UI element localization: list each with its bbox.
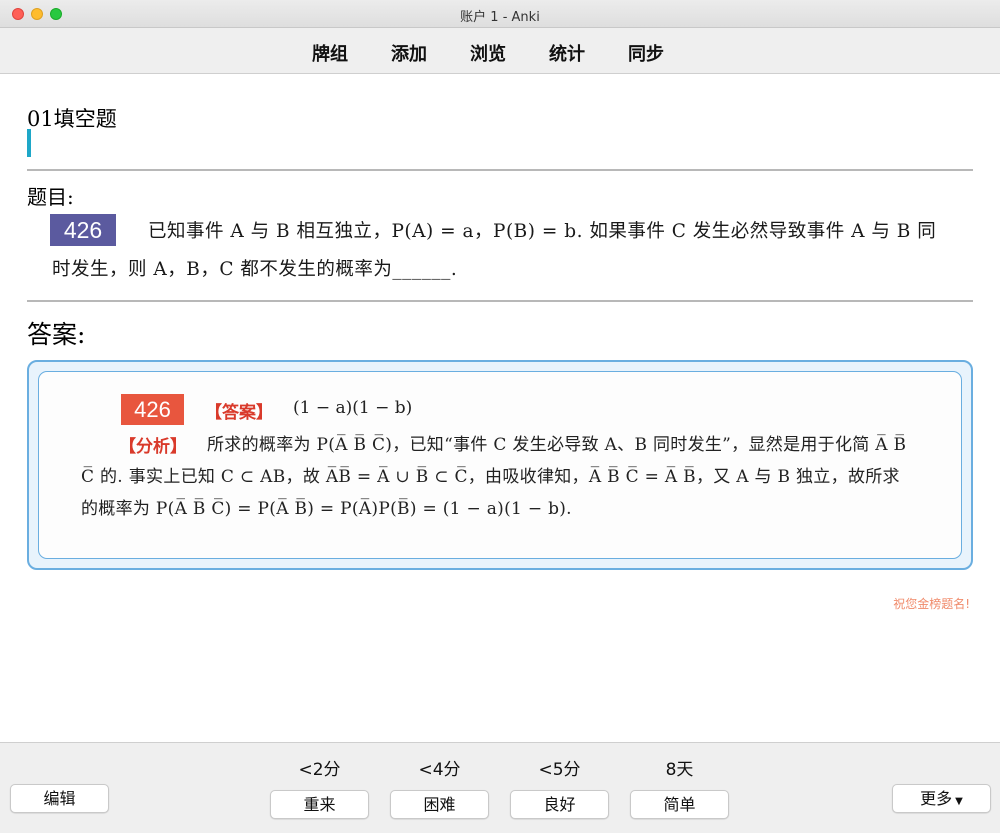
menu-decks[interactable]: 牌组 [312, 40, 391, 66]
answer-tag: 【答案】 [205, 403, 273, 423]
menu-stats[interactable]: 统计 [549, 40, 628, 66]
bottom-bar: 编辑 <2分 <4分 <5分 8天 重来 困难 良好 简单 更多 ▼ [0, 742, 1000, 833]
title-bar: 账户 1 - Anki [0, 0, 1000, 28]
again-button[interactable]: 重来 [270, 790, 369, 819]
answer-inner-box: 426 【答案】 (1 − a)(1 − b) 【分析】 所求的概率为 P(A̅… [38, 371, 962, 559]
window-title: 账户 1 - Anki [460, 10, 540, 25]
menu-sync[interactable]: 同步 [628, 40, 707, 66]
easy-button[interactable]: 简单 [630, 790, 729, 819]
edit-button[interactable]: 编辑 [10, 784, 109, 813]
again-interval: <2分 [298, 760, 341, 780]
hard-button[interactable]: 困难 [390, 790, 489, 819]
more-button-label: 更多 [920, 789, 953, 808]
deck-title: 01填空题 [27, 107, 117, 131]
hard-interval: <4分 [418, 760, 461, 780]
question-label: 题目: [27, 185, 74, 209]
main-toolbar: 牌组 添加 浏览 统计 同步 [0, 28, 1000, 74]
answer-number-badge: 426 [121, 394, 184, 425]
divider [27, 300, 973, 302]
more-button[interactable]: 更多 ▼ [892, 784, 991, 813]
menu-browse[interactable]: 浏览 [470, 40, 549, 66]
good-button[interactable]: 良好 [510, 790, 609, 819]
easy-interval: 8天 [665, 760, 694, 780]
divider [27, 169, 973, 171]
accent-bar [27, 129, 31, 157]
good-interval: <5分 [538, 760, 581, 780]
menu-add[interactable]: 添加 [391, 40, 470, 66]
answer-label: 答案: [27, 320, 86, 349]
question-text: 已知事件 A 与 B 相互独立，P(A) = a，P(B) = b. 如果事件 … [52, 221, 937, 280]
chevron-down-icon: ▼ [955, 796, 963, 807]
footer-note: 祝您金榜题名! [893, 597, 970, 611]
analysis-text: 所求的概率为 P(A̅ B̅ C̅)，已知“事件 C 发生必导致 A、B 同时发… [81, 435, 907, 519]
card-view: 01填空题 题目: 426 已知事件 A 与 B 相互独立，P(A) = a，P… [0, 75, 1000, 742]
answer-value: (1 − a)(1 − b) [293, 398, 413, 418]
answer-box: 426 【答案】 (1 − a)(1 − b) 【分析】 所求的概率为 P(A̅… [27, 360, 973, 570]
